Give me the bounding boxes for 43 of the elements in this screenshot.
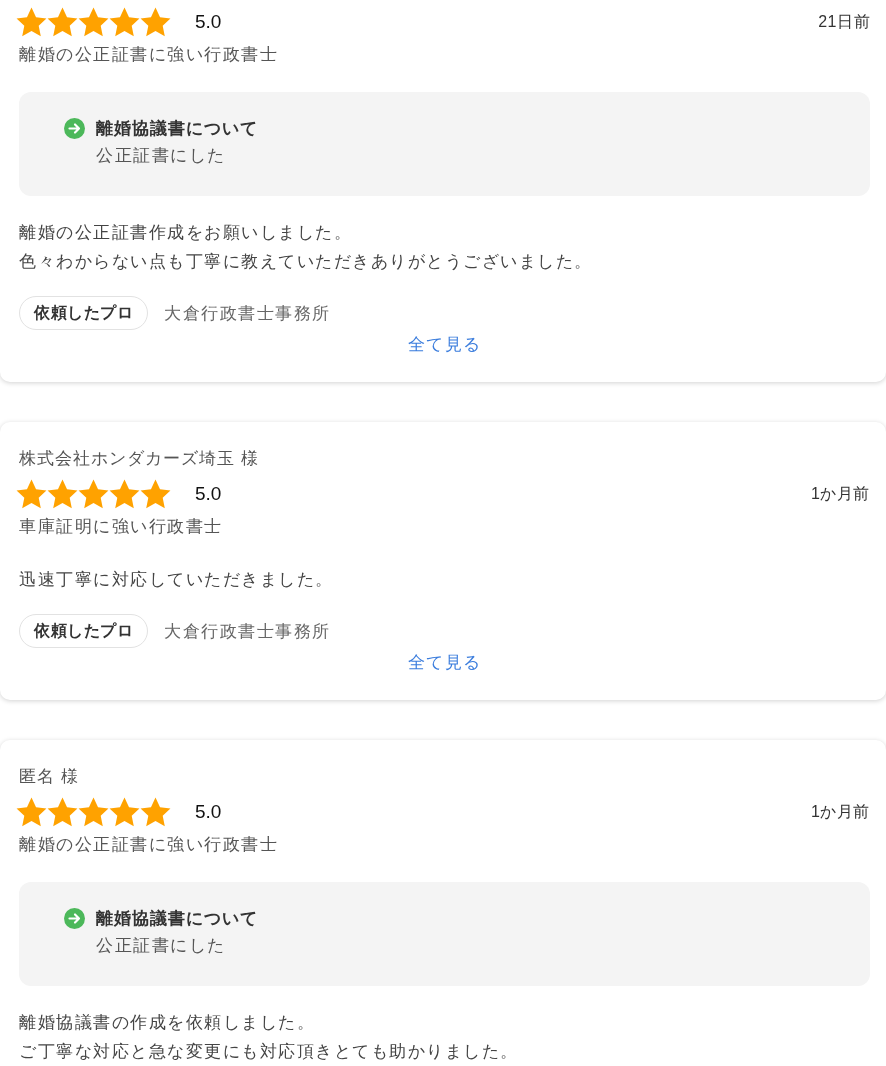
star-icon — [47, 7, 78, 37]
reviewer-name: 匿名 様 — [19, 766, 80, 788]
review-date: 21日前 — [818, 11, 870, 32]
review-text: 離婚の公正証書作成をお願いしました。 — [19, 222, 352, 244]
star-icon — [47, 479, 78, 509]
review-text: 離婚協議書の作成を依頼しました。 — [19, 1012, 315, 1034]
star-icon — [16, 797, 47, 827]
star-icon — [109, 7, 140, 37]
star-icon — [16, 7, 47, 37]
arrow-right-circle-icon — [64, 907, 85, 929]
review-date: 1か月前 — [811, 801, 870, 822]
request-detail: 公正証書にした — [96, 145, 227, 167]
star-icon — [78, 797, 109, 827]
review-text: ご丁寧な対応と急な変更にも対応頂きとても助かりました。 — [19, 1041, 519, 1063]
service-category: 離婚の公正証書に強い行政書士 — [19, 44, 279, 66]
rating-score: 5.0 — [195, 801, 222, 823]
review-text: 色々わからない点も丁寧に教えていただきありがとうございました。 — [19, 251, 593, 273]
requested-pro-badge: 依頼したプロ — [19, 296, 148, 330]
pro-name: 大倉行政書士事務所 — [164, 302, 331, 325]
service-category: 離婚の公正証書に強い行政書士 — [19, 834, 279, 856]
reviewer-name: 株式会社ホンダカーズ埼玉 様 — [19, 448, 260, 470]
star-icon — [109, 797, 140, 827]
arrow-right-circle-icon — [64, 117, 85, 139]
request-detail: 公正証書にした — [96, 935, 227, 957]
request-title: 離婚協議書について — [96, 907, 258, 930]
see-all-link[interactable]: 全て見る — [407, 333, 482, 357]
review-text: 迅速丁寧に対応していただきました。 — [19, 569, 334, 591]
star-icon — [78, 7, 109, 37]
request-title: 離婚協議書について — [96, 117, 258, 140]
star-icon — [109, 479, 140, 509]
see-all-link[interactable]: 全て見る — [407, 651, 482, 675]
star-icon — [140, 7, 171, 37]
star-icon — [16, 479, 47, 509]
rating-score: 5.0 — [195, 11, 222, 33]
service-category: 車庫証明に強い行政書士 — [19, 516, 224, 538]
star-icon — [140, 479, 171, 509]
star-icon — [47, 797, 78, 827]
rating-score: 5.0 — [195, 483, 222, 505]
star-icon — [140, 797, 171, 827]
requested-pro-badge: 依頼したプロ — [19, 614, 148, 648]
pro-name: 大倉行政書士事務所 — [164, 620, 331, 643]
star-icon — [78, 479, 109, 509]
review-date: 1か月前 — [811, 483, 870, 504]
